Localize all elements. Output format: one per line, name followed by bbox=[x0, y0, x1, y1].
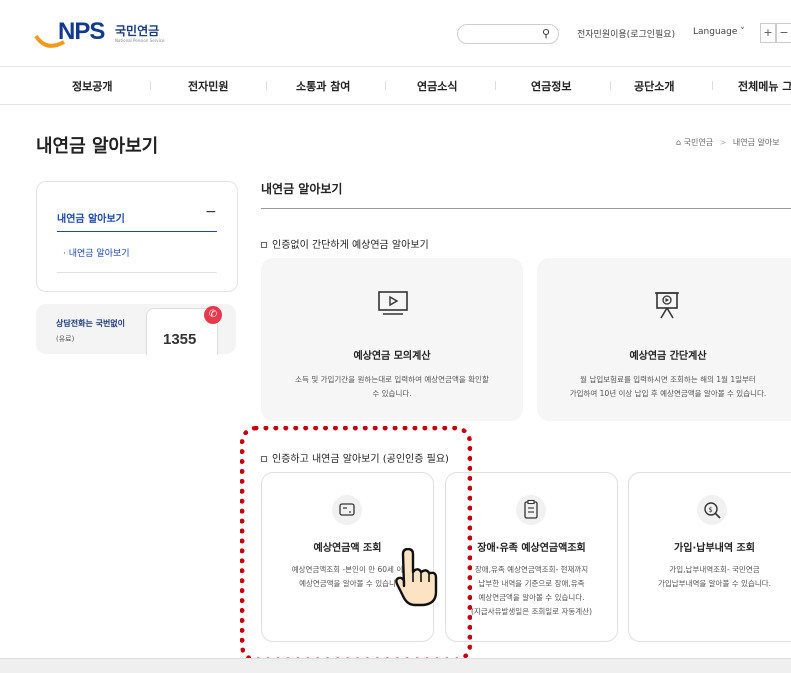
breadcrumb-separator: > bbox=[719, 138, 727, 147]
page-title: 내연금 알아보기 bbox=[36, 136, 159, 157]
footer-bar bbox=[0, 658, 791, 673]
e-civil-link[interactable]: 전자민원이용(로그인필요) bbox=[577, 27, 675, 40]
card-icon-wrap: $ bbox=[697, 495, 727, 525]
breadcrumb: ⌂ 국민연금 > 내연금 알아보 bbox=[676, 137, 780, 148]
zoom-in-button[interactable]: + bbox=[760, 23, 776, 43]
phone-call-icon: ✆ bbox=[204, 306, 222, 324]
collapse-toggle-icon[interactable]: − bbox=[205, 204, 217, 220]
svg-text:$: $ bbox=[708, 506, 712, 514]
gnb-divider bbox=[266, 81, 267, 90]
search-input[interactable]: ⚲ bbox=[457, 24, 559, 44]
gnb-all-menu[interactable]: 전체메뉴 그 bbox=[738, 78, 791, 94]
main-navigation: 정보공개 전자민원 소통과 참여 연금소식 연금정보 공단소개 전체메뉴 그 bbox=[0, 66, 791, 105]
gnb-divider bbox=[385, 81, 386, 90]
gnb-e-civil[interactable]: 전자민원 bbox=[188, 78, 228, 94]
section-divider bbox=[261, 208, 791, 209]
breadcrumb-current[interactable]: 내연금 알아보 bbox=[733, 138, 780, 147]
lnb-sub-item[interactable]: · 내연금 알아보기 bbox=[63, 246, 130, 259]
pointer-hand-icon bbox=[395, 548, 438, 607]
card-simple-calculation[interactable]: 예상연금 간단계산 월 납입보험료를 입력하시면 조회하는 해의 1월 1일부터… bbox=[537, 258, 791, 421]
gnb-pension-info[interactable]: 연금정보 bbox=[531, 78, 571, 94]
card-title: 가입·납부내역 조회 bbox=[674, 543, 755, 554]
call-center-banner: 상담전화는 국번없이 (유료) 1355 ✆ bbox=[36, 304, 236, 355]
card-description: 소득 및 가입기간을 원하는대로 입력하여 예상연금액을 확인할 수 있습니다. bbox=[295, 375, 489, 398]
card-description: 가입,납부내역조회- 국민연금 가입납부내역을 알아볼 수 있습니다. bbox=[657, 565, 772, 588]
card-mock-calculation[interactable]: 예상연금 모의계산 소득 및 가입기간을 원하는대로 입력하여 예상연금액을 확… bbox=[261, 258, 523, 421]
lnb-divider bbox=[57, 272, 217, 273]
side-navigation: 내연금 알아보기 − · 내연금 알아보기 bbox=[36, 181, 238, 292]
search-coin-icon: $ bbox=[704, 502, 721, 519]
gnb-about[interactable]: 공단소개 bbox=[634, 78, 674, 94]
chevron-down-icon: ˅ bbox=[740, 27, 745, 37]
clipboard-icon bbox=[524, 499, 538, 519]
language-select[interactable]: Language ˅ bbox=[693, 27, 745, 37]
bullet-square-icon bbox=[261, 242, 267, 248]
presentation-icon bbox=[655, 292, 679, 319]
gnb-divider bbox=[150, 81, 151, 90]
card-title: 예상연금 모의계산 bbox=[353, 351, 431, 362]
group-no-auth-heading: 인증없이 간단하게 예상연금 알아보기 bbox=[261, 236, 429, 251]
gnb-communication[interactable]: 소통과 참여 bbox=[296, 78, 350, 94]
language-label: Language bbox=[693, 27, 738, 37]
call-fee-note: (유료) bbox=[56, 335, 75, 343]
group-no-auth-title: 인증없이 간단하게 예상연금 알아보기 bbox=[272, 240, 429, 251]
card-title: 예상연금 간단계산 bbox=[629, 351, 707, 362]
card-description: 월 납입보험료를 입력하시면 조회하는 해의 1월 1일부터 가입하여 10년 … bbox=[569, 375, 767, 398]
nps-logo[interactable]: NPS bbox=[58, 18, 105, 46]
gnb-pension-news[interactable]: 연금소식 bbox=[417, 78, 457, 94]
card-icon-wrap bbox=[516, 495, 546, 525]
call-label: 상담전화는 국번없이 bbox=[56, 319, 126, 328]
breadcrumb-home[interactable]: 국민연금 bbox=[684, 138, 713, 147]
monitor-play-icon bbox=[378, 291, 408, 315]
logo-korean-text: 국민연금 bbox=[115, 24, 160, 38]
lnb-title[interactable]: 내연금 알아보기 bbox=[57, 210, 125, 225]
highlight-annotation-box bbox=[240, 426, 472, 662]
home-icon[interactable]: ⌂ bbox=[676, 138, 681, 147]
zoom-out-button[interactable]: − bbox=[776, 23, 791, 43]
gnb-divider bbox=[495, 81, 496, 90]
logo-subtitle: National Pension Service bbox=[115, 38, 165, 43]
gnb-info-disclosure[interactable]: 정보공개 bbox=[72, 78, 112, 94]
gnb-divider bbox=[610, 81, 611, 90]
section-title: 내연금 알아보기 bbox=[261, 182, 343, 196]
search-icon[interactable]: ⚲ bbox=[542, 27, 550, 40]
gnb-divider bbox=[712, 81, 713, 90]
card-subscription-history[interactable]: $ 가입·납부내역 조회 가입,납부내역조회- 국민연금 가입납부내역을 알아볼… bbox=[628, 472, 791, 642]
call-number: 1355 bbox=[163, 331, 197, 348]
lnb-divider bbox=[57, 231, 217, 232]
